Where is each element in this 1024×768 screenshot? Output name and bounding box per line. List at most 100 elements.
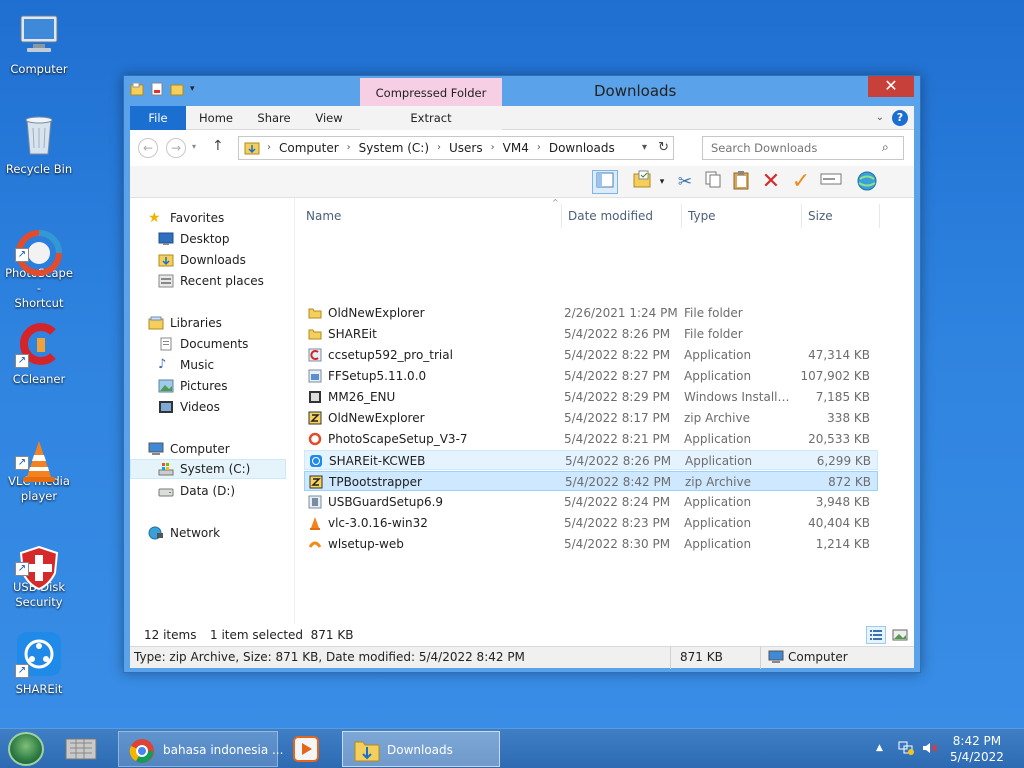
address-dropdown-icon[interactable]: ▾: [642, 137, 647, 159]
tab-file[interactable]: File: [130, 106, 186, 130]
table-row[interactable]: OldNewExplorer 2/26/2021 1:24 PM File fold…: [304, 303, 878, 323]
cut-icon[interactable]: ✂: [672, 170, 698, 194]
globe-icon[interactable]: [854, 170, 880, 194]
tab-home[interactable]: Home: [190, 106, 242, 130]
desktop-icon-recycle-bin[interactable]: Recycle Bin: [2, 110, 76, 177]
title-bar[interactable]: ▾ Compressed Folder Tools Downloads ✕: [124, 76, 920, 130]
paste-icon[interactable]: [728, 170, 754, 194]
nav-documents[interactable]: Documents: [158, 334, 288, 354]
table-row[interactable]: MM26_ENU 5/4/2022 8:29 PM Windows Installe…: [304, 387, 878, 407]
address-bar[interactable]: › Computer › System (C:) › Users › VM4 ›…: [238, 136, 674, 160]
table-row[interactable]: wlsetup-web 5/4/2022 8:30 PM Application 1,…: [304, 534, 878, 554]
chevron-down-icon[interactable]: ⌄: [876, 112, 884, 123]
nav-libraries[interactable]: Libraries: [148, 313, 288, 333]
table-row[interactable]: vlc-3.0.16-win32 5/4/2022 8:23 PM Applicat…: [304, 513, 878, 533]
photoscape-icon: ↗: [15, 214, 63, 276]
window-title: Downloads: [594, 82, 677, 100]
nav-downloads[interactable]: Downloads: [158, 250, 288, 270]
pane-splitter[interactable]: [294, 198, 295, 646]
folder-properties-icon[interactable]: [130, 82, 144, 96]
desktop-icon-shareit[interactable]: ↗ SHAREit: [2, 630, 76, 697]
new-folder-icon[interactable]: [170, 82, 184, 96]
refresh-icon[interactable]: ↻: [658, 137, 669, 159]
tab-share[interactable]: Share: [248, 106, 300, 130]
volume-muted-icon[interactable]: [922, 741, 938, 758]
column-date-modified[interactable]: Date modified: [562, 204, 682, 228]
nav-music[interactable]: ♪ Music: [158, 355, 288, 375]
breadcrumb-computer[interactable]: Computer: [273, 137, 345, 159]
search-icon[interactable]: ⌕: [882, 140, 889, 155]
checkmark-icon[interactable]: ✓: [788, 170, 814, 194]
chevron-down-icon[interactable]: ▾: [190, 82, 204, 96]
desktop-icon-vlc[interactable]: ↗ VLC media player: [2, 422, 76, 504]
chevron-down-icon[interactable]: ▾: [656, 170, 668, 194]
column-type[interactable]: Type: [682, 204, 802, 228]
column-name[interactable]: Name: [300, 204, 562, 228]
column-size[interactable]: Size: [802, 204, 880, 228]
desktop-icon-label: Recycle Bin: [5, 162, 73, 176]
search-input[interactable]: [702, 136, 904, 160]
table-row[interactable]: SHAREit-KCWEB 5/4/2022 8:26 PM Application…: [304, 450, 878, 470]
breadcrumb-system-c[interactable]: System (C:): [353, 137, 435, 159]
nav-label: Favorites: [170, 211, 225, 225]
breadcrumb-separator-icon[interactable]: ›: [345, 137, 353, 159]
breadcrumb-downloads[interactable]: Downloads: [543, 137, 621, 159]
system-clock[interactable]: 8:42 PM 5/4/2022: [950, 733, 1004, 765]
table-row-selected[interactable]: TPBootstrapper 5/4/2022 8:42 PM zip Archiv…: [304, 471, 878, 491]
up-arrow-icon[interactable]: ↑: [212, 138, 224, 154]
breadcrumb-separator-icon[interactable]: ›: [265, 137, 273, 159]
large-icons-view-button[interactable]: [890, 626, 910, 644]
desktop-icon-usb-disk-security[interactable]: ↗ USB Disk Security: [2, 528, 76, 610]
taskbar-downloads-button[interactable]: Downloads: [342, 731, 500, 767]
chevron-up-icon[interactable]: ▲: [876, 743, 883, 753]
nav-favorites[interactable]: ★ Favorites: [148, 208, 288, 228]
start-button[interactable]: [8, 732, 44, 766]
table-row[interactable]: OldNewExplorer 5/4/2022 8:17 PM zip Archiv…: [304, 408, 878, 428]
table-row[interactable]: SHAREit 5/4/2022 8:26 PM File folder: [304, 324, 878, 344]
nav-desktop[interactable]: Desktop: [158, 229, 288, 249]
ccleaner-icon: ↗: [15, 320, 63, 368]
nav-label: System (C:): [180, 462, 251, 476]
properties-icon[interactable]: [150, 82, 164, 96]
file-explorer-pin-icon[interactable]: [64, 735, 98, 766]
nav-pictures[interactable]: Pictures: [158, 376, 288, 396]
desktop-icon-computer[interactable]: Computer: [2, 10, 76, 77]
nav-network[interactable]: Network: [148, 523, 288, 543]
nav-data-d[interactable]: Data (D:): [158, 481, 288, 501]
nav-system-c[interactable]: System (C:): [130, 459, 286, 479]
media-player-icon[interactable]: [292, 735, 320, 766]
breadcrumb-users[interactable]: Users: [443, 137, 489, 159]
preview-pane-icon[interactable]: [592, 170, 618, 194]
help-icon[interactable]: ?: [892, 110, 908, 126]
copy-icon[interactable]: [700, 170, 726, 194]
table-row[interactable]: USBGuardSetup6.9 5/4/2022 8:24 PM Applicat…: [304, 492, 878, 512]
nav-videos[interactable]: Videos: [158, 397, 288, 417]
details-view-button[interactable]: [866, 626, 886, 644]
breadcrumb-separator-icon[interactable]: ›: [535, 137, 543, 159]
back-button[interactable]: ←: [138, 138, 158, 158]
table-row[interactable]: FFSetup5.11.0.0 5/4/2022 8:27 PM Applicati…: [304, 366, 878, 386]
desktop-icon-ccleaner[interactable]: ↗ CCleaner: [2, 320, 76, 387]
nav-recent-places[interactable]: Recent places: [158, 271, 288, 291]
tab-extract[interactable]: Extract: [360, 106, 502, 130]
nav-label: Libraries: [170, 316, 222, 330]
forward-button[interactable]: →: [166, 138, 186, 158]
tab-view[interactable]: View: [304, 106, 354, 130]
breadcrumb-separator-icon[interactable]: ›: [489, 137, 497, 159]
table-row[interactable]: ccsetup592_pro_trial 5/4/2022 8:22 PM Appl…: [304, 345, 878, 365]
breadcrumb-vm4[interactable]: VM4: [497, 137, 535, 159]
delete-icon[interactable]: ✕: [758, 170, 784, 194]
taskbar-chrome-button[interactable]: bahasa indonesia ...: [118, 731, 283, 767]
breadcrumb-separator-icon[interactable]: ›: [435, 137, 443, 159]
nav-computer[interactable]: Computer: [148, 439, 288, 459]
recycle-bin-icon: [15, 110, 63, 158]
recent-locations-chevron-icon[interactable]: ▾: [192, 142, 196, 151]
folder-options-icon[interactable]: [630, 170, 656, 194]
table-row[interactable]: PhotoScapeSetup_V3-7 5/4/2022 8:21 PM Appl…: [304, 429, 878, 449]
close-button[interactable]: ✕: [868, 76, 914, 97]
network-status-icon[interactable]: [898, 741, 914, 758]
shareit-icon: ↗: [15, 630, 63, 678]
desktop-icon-photoscape[interactable]: ↗ PhotoScape - Shortcut: [2, 214, 76, 311]
rename-icon[interactable]: [818, 170, 844, 194]
clock-date: 5/4/2022: [950, 750, 1004, 764]
